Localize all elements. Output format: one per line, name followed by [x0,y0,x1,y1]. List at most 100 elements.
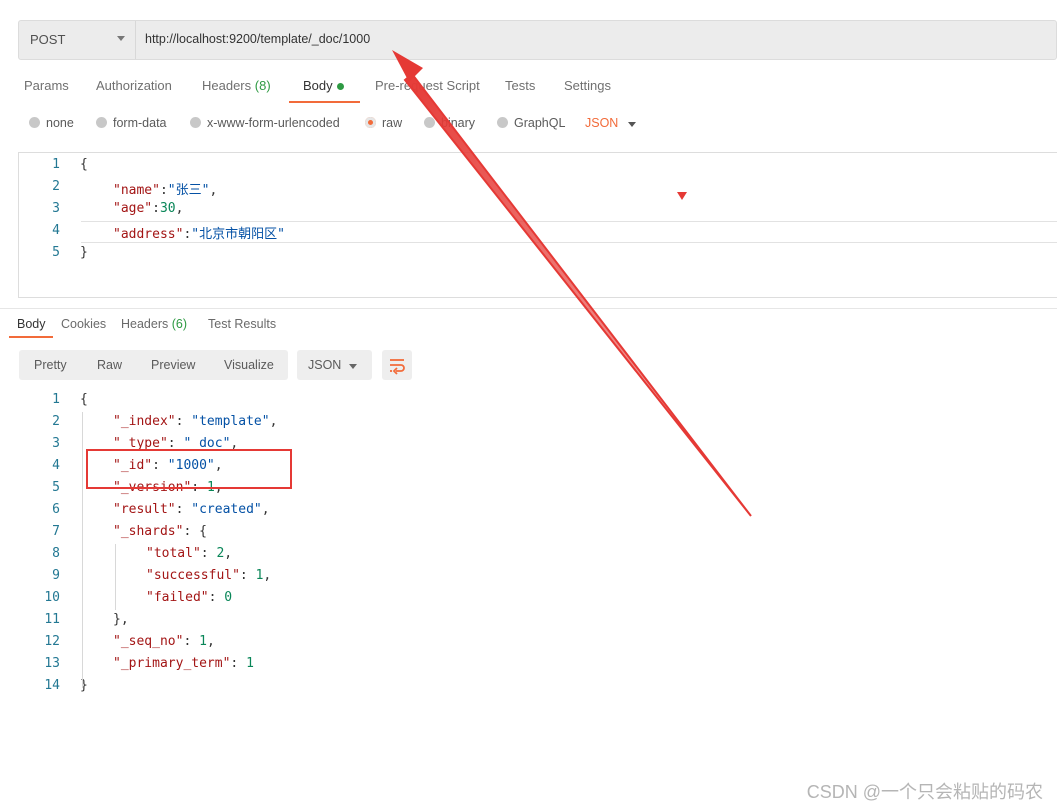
radio-graphql-label: GraphQL [514,116,566,130]
response-format-select[interactable]: JSON [297,350,372,380]
line-number: 7 [52,524,60,539]
request-url-bar: POST http://localhost:9200/template/_doc… [18,20,1057,60]
line-number: 10 [44,590,60,605]
json-punct: } [80,245,88,260]
radio-icon [96,117,107,128]
raw-format-select[interactable]: JSON [585,116,618,130]
tab-params[interactable]: Params [24,78,69,93]
json-punct: , [263,568,272,583]
line-number: 1 [52,157,60,172]
radio-urlencoded-label: x-www-form-urlencoded [207,116,340,130]
radio-graphql[interactable]: GraphQL [497,116,565,130]
json-punct: : [159,183,168,198]
radio-form-data[interactable]: form-data [96,116,167,130]
request-tabs: Params Authorization Headers (8) Body Pr… [0,72,1057,104]
json-key: "_seq_no" [113,634,184,649]
radio-form-data-label: form-data [113,116,167,130]
line-number: 3 [52,201,60,216]
line-number: 2 [52,179,60,194]
json-punct: { [80,392,88,407]
json-string: "张三" [167,183,210,198]
tab-cookies[interactable]: Cookies [61,317,106,331]
radio-icon [424,117,435,128]
code-line: "name":"张三", [113,179,217,198]
body-type-options: none form-data x-www-form-urlencoded raw… [0,114,1057,134]
view-visualize-button[interactable]: Visualize [224,358,274,372]
json-key: "failed" [146,590,209,605]
json-key: "name" [113,183,160,198]
tab-response-headers[interactable]: Headers (6) [121,317,187,331]
json-punct: : [208,590,225,605]
json-punct: , [209,183,218,198]
tab-body[interactable]: Body [303,78,344,93]
radio-icon [29,117,40,128]
json-punct: { [80,157,88,172]
json-punct: : [175,414,192,429]
json-punct: : [239,568,256,583]
json-number: 1 [199,634,207,649]
line-number: 3 [52,436,60,451]
tab-headers[interactable]: Headers (8) [202,78,271,93]
code-line: }, [113,612,129,627]
line-number: 4 [52,458,60,473]
code-line: "result": "created", [113,502,270,517]
json-key: "_shards" [113,524,184,539]
line-number: 9 [52,568,60,583]
json-punct: , [269,414,278,429]
json-punct: }, [113,612,129,627]
line-number: 11 [44,612,60,627]
code-line: "total": 2, [146,546,232,561]
watermark: CSDN @一个只会粘贴的码农 [806,782,1043,802]
line-number: 1 [52,392,60,407]
method-label: POST [30,32,66,47]
json-key: "total" [146,546,201,561]
radio-binary-label: binary [441,116,476,130]
json-key: "address" [113,227,184,242]
tab-settings[interactable]: Settings [564,78,611,93]
json-punct: , [261,502,270,517]
headers-count-badge: (8) [254,78,271,93]
view-pretty-button[interactable]: Pretty [34,358,67,372]
response-format-label: JSON [308,358,342,372]
radio-urlencoded[interactable]: x-www-form-urlencoded [190,116,340,130]
line-number: 4 [52,223,60,238]
json-punct: : [230,656,247,671]
json-punct: : [183,634,200,649]
wrap-lines-button[interactable] [382,350,412,380]
tab-test-results[interactable]: Test Results [208,317,276,331]
active-response-tab-indicator [9,336,53,338]
radio-none-label: none [46,116,74,130]
line-number: 8 [52,546,60,561]
method-select[interactable]: POST [19,21,136,59]
view-raw-button[interactable]: Raw [97,358,122,372]
json-key: "result" [113,502,176,517]
id-highlight-box [86,449,292,489]
code-line: "_primary_term": 1 [113,656,254,671]
response-view-modes: Pretty Raw Preview Visualize [19,350,288,380]
url-input[interactable]: http://localhost:9200/template/_doc/1000 [145,32,370,46]
response-tabs: Body Cookies Headers (6) Test Results [0,310,1057,340]
json-punct: : [152,201,160,216]
tab-headers-label: Headers [202,78,252,93]
line-number: 5 [52,480,60,495]
json-punct: : [200,546,217,561]
json-punct: : [175,502,192,517]
json-punct: { [199,524,207,539]
code-line: { [80,157,88,172]
tab-pre-request-script[interactable]: Pre-request Script [375,78,480,93]
tab-body-label: Body [303,78,333,93]
code-line: "_index": "template", [113,414,277,429]
radio-raw[interactable]: raw [365,116,402,130]
chevron-down-icon[interactable] [628,122,636,127]
json-key: "successful" [146,568,240,583]
tab-authorization[interactable]: Authorization [96,78,172,93]
view-preview-button[interactable]: Preview [151,358,195,372]
radio-selected-icon [365,117,376,128]
tab-tests[interactable]: Tests [505,78,535,93]
radio-raw-label: raw [382,116,403,130]
tab-response-body[interactable]: Body [17,317,46,331]
chevron-down-icon [117,36,125,41]
radio-binary[interactable]: binary [424,116,475,130]
radio-none[interactable]: none [29,116,74,130]
line-number: 13 [44,656,60,671]
